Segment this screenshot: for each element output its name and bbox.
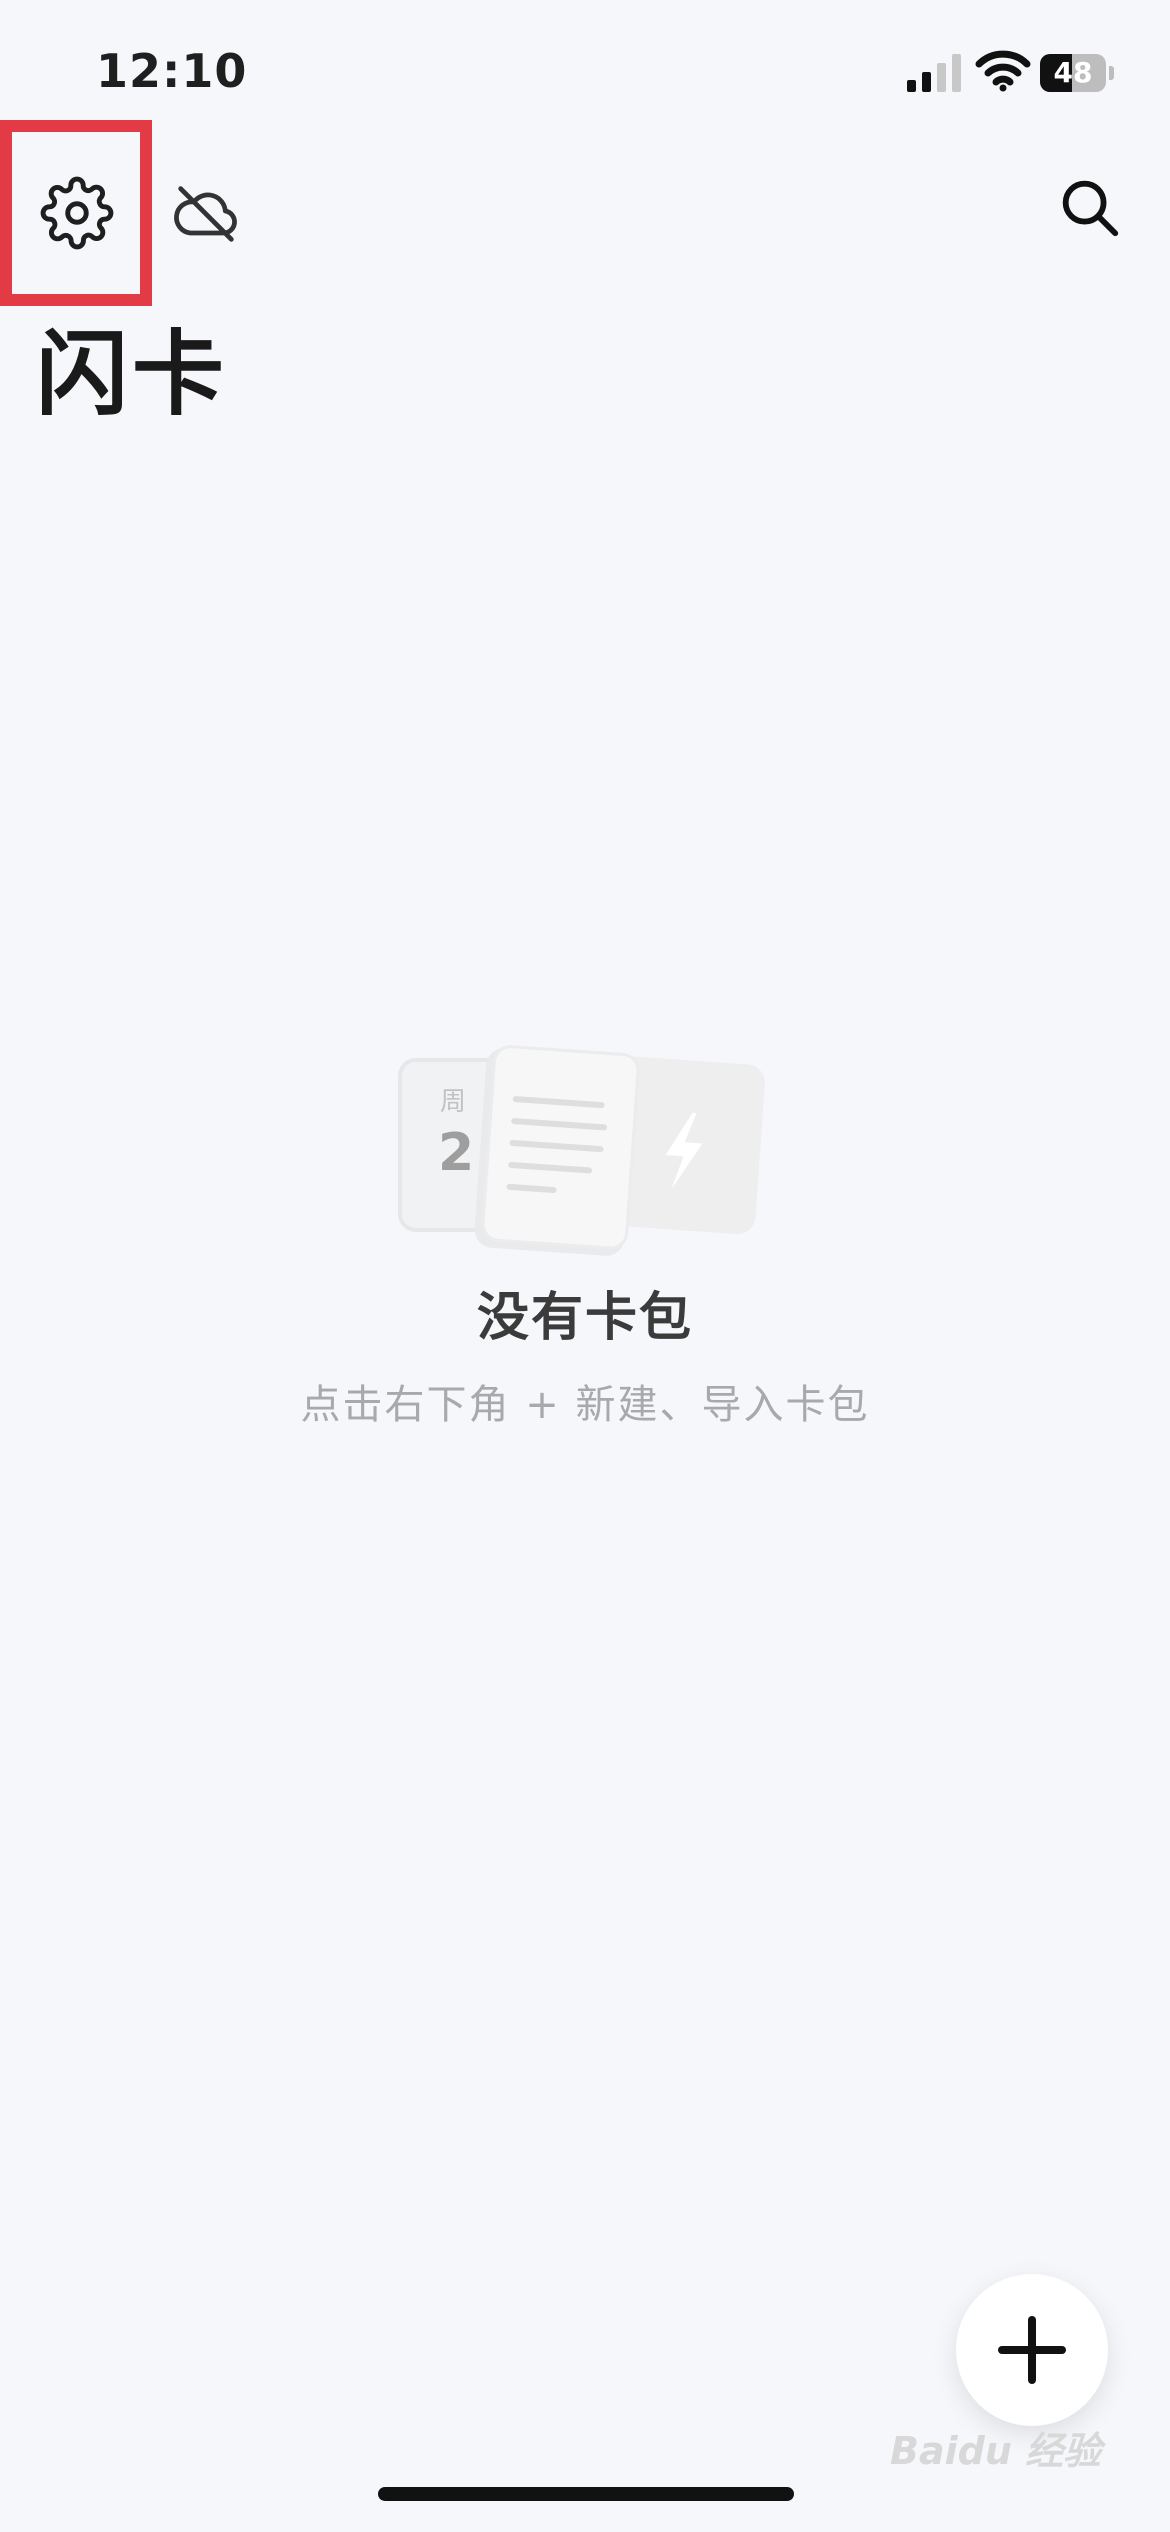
- illustration-day-label: 周: [440, 1087, 466, 1117]
- page-title: 闪卡: [36, 321, 229, 428]
- cellular-signal-icon: [907, 54, 961, 92]
- add-deck-button[interactable]: [956, 2274, 1108, 2426]
- wifi-icon: [975, 50, 1031, 92]
- battery-percent: 48: [1053, 56, 1093, 89]
- battery-body: 48: [1040, 54, 1106, 92]
- status-bar: 12:10 48: [0, 0, 1170, 150]
- cloud-off-icon[interactable]: [168, 176, 244, 252]
- home-indicator: [378, 2487, 794, 2501]
- baidu-watermark: Baidu 经验: [890, 2429, 1102, 2473]
- gear-icon[interactable]: [40, 176, 114, 250]
- empty-state-title: 没有卡包: [476, 1288, 693, 1348]
- illustration-date-digit: 2: [438, 1123, 474, 1183]
- empty-decks-illustration: 周 2: [398, 1045, 765, 1256]
- battery-indicator: 48: [1040, 54, 1114, 92]
- battery-tip: [1109, 66, 1114, 80]
- status-time: 12:10: [96, 44, 248, 98]
- search-icon[interactable]: [1054, 172, 1124, 242]
- empty-state-hint: 点击右下角 + 新建、导入卡包: [300, 1382, 870, 1428]
